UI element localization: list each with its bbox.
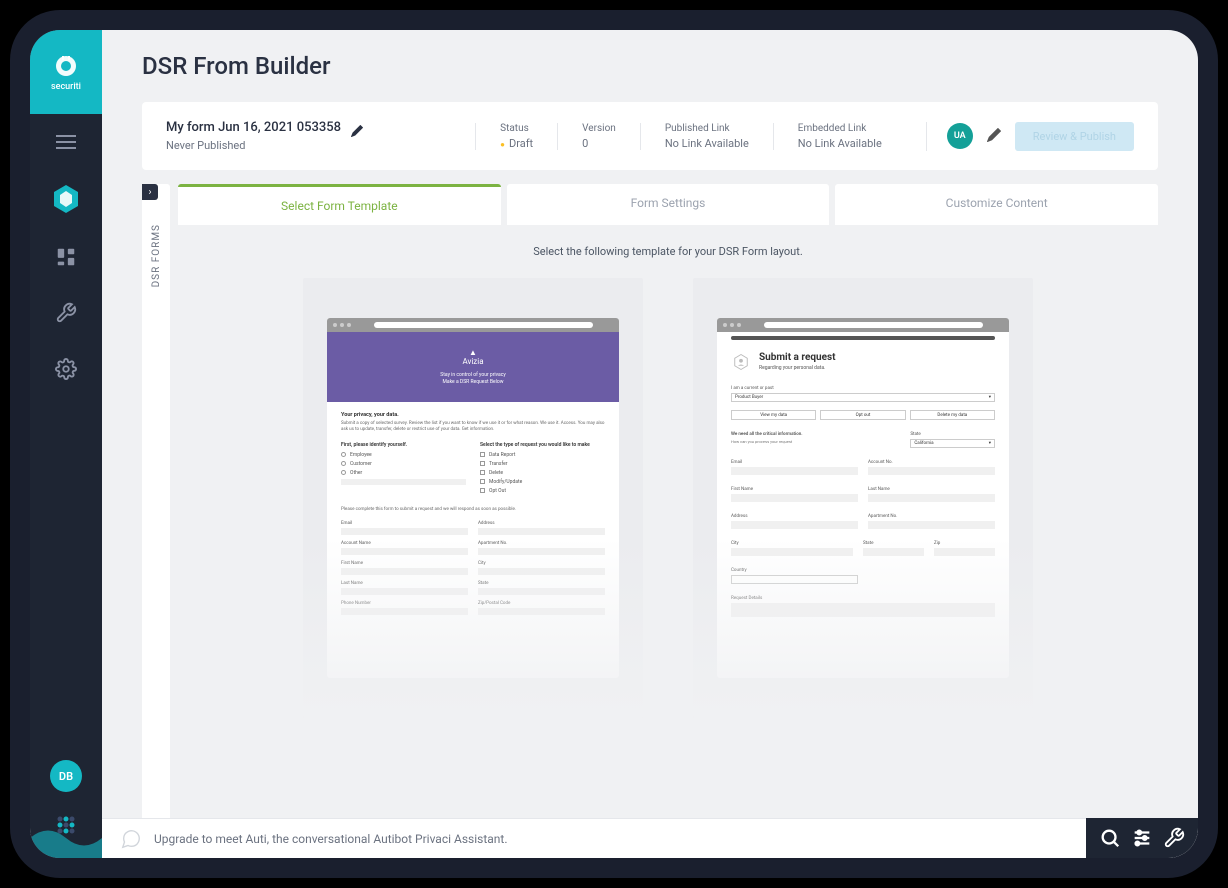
- builder-tabs: Select Form Template Form Settings Custo…: [178, 184, 1158, 225]
- filter-button[interactable]: [1128, 824, 1156, 852]
- panel-label: DSR FORMS: [151, 224, 162, 287]
- review-publish-button[interactable]: Review & Publish: [1015, 122, 1134, 151]
- tab-customize-content[interactable]: Customize Content: [835, 184, 1158, 225]
- shield-icon: [52, 52, 80, 80]
- user-avatar[interactable]: DB: [50, 760, 82, 792]
- main-content: DSR From Builder My form Jun 16, 2021 05…: [102, 30, 1198, 858]
- nav-item-settings[interactable]: [52, 355, 80, 383]
- page-title: DSR From Builder: [102, 30, 1198, 102]
- search-button[interactable]: [1096, 824, 1124, 852]
- assistant-bar: Upgrade to meet Auti, the conversational…: [102, 818, 1198, 858]
- template-option-1[interactable]: ▲Avizia Stay in control of your privacyM…: [303, 278, 643, 718]
- menu-toggle-button[interactable]: [56, 134, 76, 153]
- build-button[interactable]: [1160, 824, 1188, 852]
- wave-decoration: [30, 818, 102, 858]
- bottom-toolbar: [1086, 818, 1198, 858]
- brand-name: securiti: [51, 82, 81, 92]
- tab-form-settings[interactable]: Form Settings: [507, 184, 830, 225]
- meta-status: Status Draft: [475, 123, 557, 150]
- chat-icon: [120, 828, 142, 850]
- instruction-text: Select the following template for your D…: [178, 245, 1158, 258]
- nav-item-module[interactable]: [50, 183, 82, 215]
- form-name: My form Jun 16, 2021 053358: [166, 120, 341, 135]
- meta-version: Version 0: [557, 123, 640, 150]
- expand-panel-button[interactable]: ›: [142, 184, 158, 200]
- nav-item-tools[interactable]: [52, 299, 80, 327]
- meta-embedded-link: Embedded Link No Link Available: [773, 123, 906, 150]
- nav-item-dashboard[interactable]: [52, 243, 80, 271]
- brand-logo[interactable]: securiti: [30, 30, 102, 114]
- edit-button[interactable]: [987, 127, 1001, 146]
- dsr-forms-panel: › DSR FORMS: [142, 184, 170, 858]
- template-option-2[interactable]: Submit a request Regarding your personal…: [693, 278, 1033, 718]
- publish-status: Never Published: [166, 139, 455, 152]
- tab-select-template[interactable]: Select Form Template: [178, 184, 501, 225]
- editor-avatar[interactable]: UA: [947, 123, 973, 149]
- assistant-message: Upgrade to meet Auti, the conversational…: [154, 832, 1180, 846]
- form-info-bar: My form Jun 16, 2021 053358 Never Publis…: [142, 102, 1158, 170]
- edit-name-button[interactable]: [351, 122, 363, 134]
- sidebar: securiti DB: [30, 30, 102, 858]
- meta-published-link: Published Link No Link Available: [640, 123, 773, 150]
